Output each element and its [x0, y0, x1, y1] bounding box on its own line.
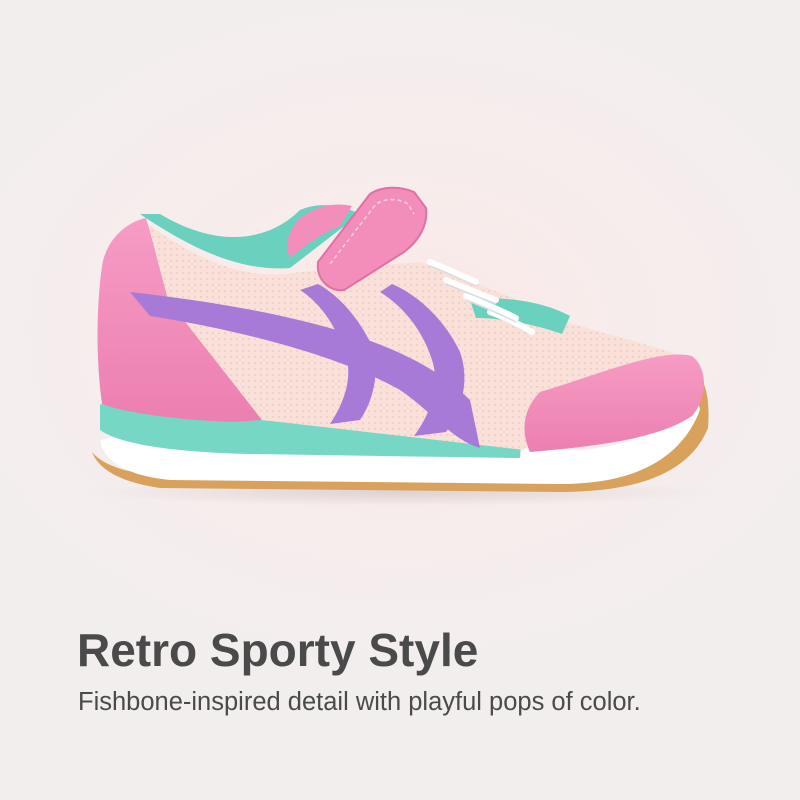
sneaker-image: [90, 186, 710, 506]
headline: Retro Sporty Style: [77, 624, 479, 676]
subline: Fishbone-inspired detail with playful po…: [78, 688, 641, 716]
